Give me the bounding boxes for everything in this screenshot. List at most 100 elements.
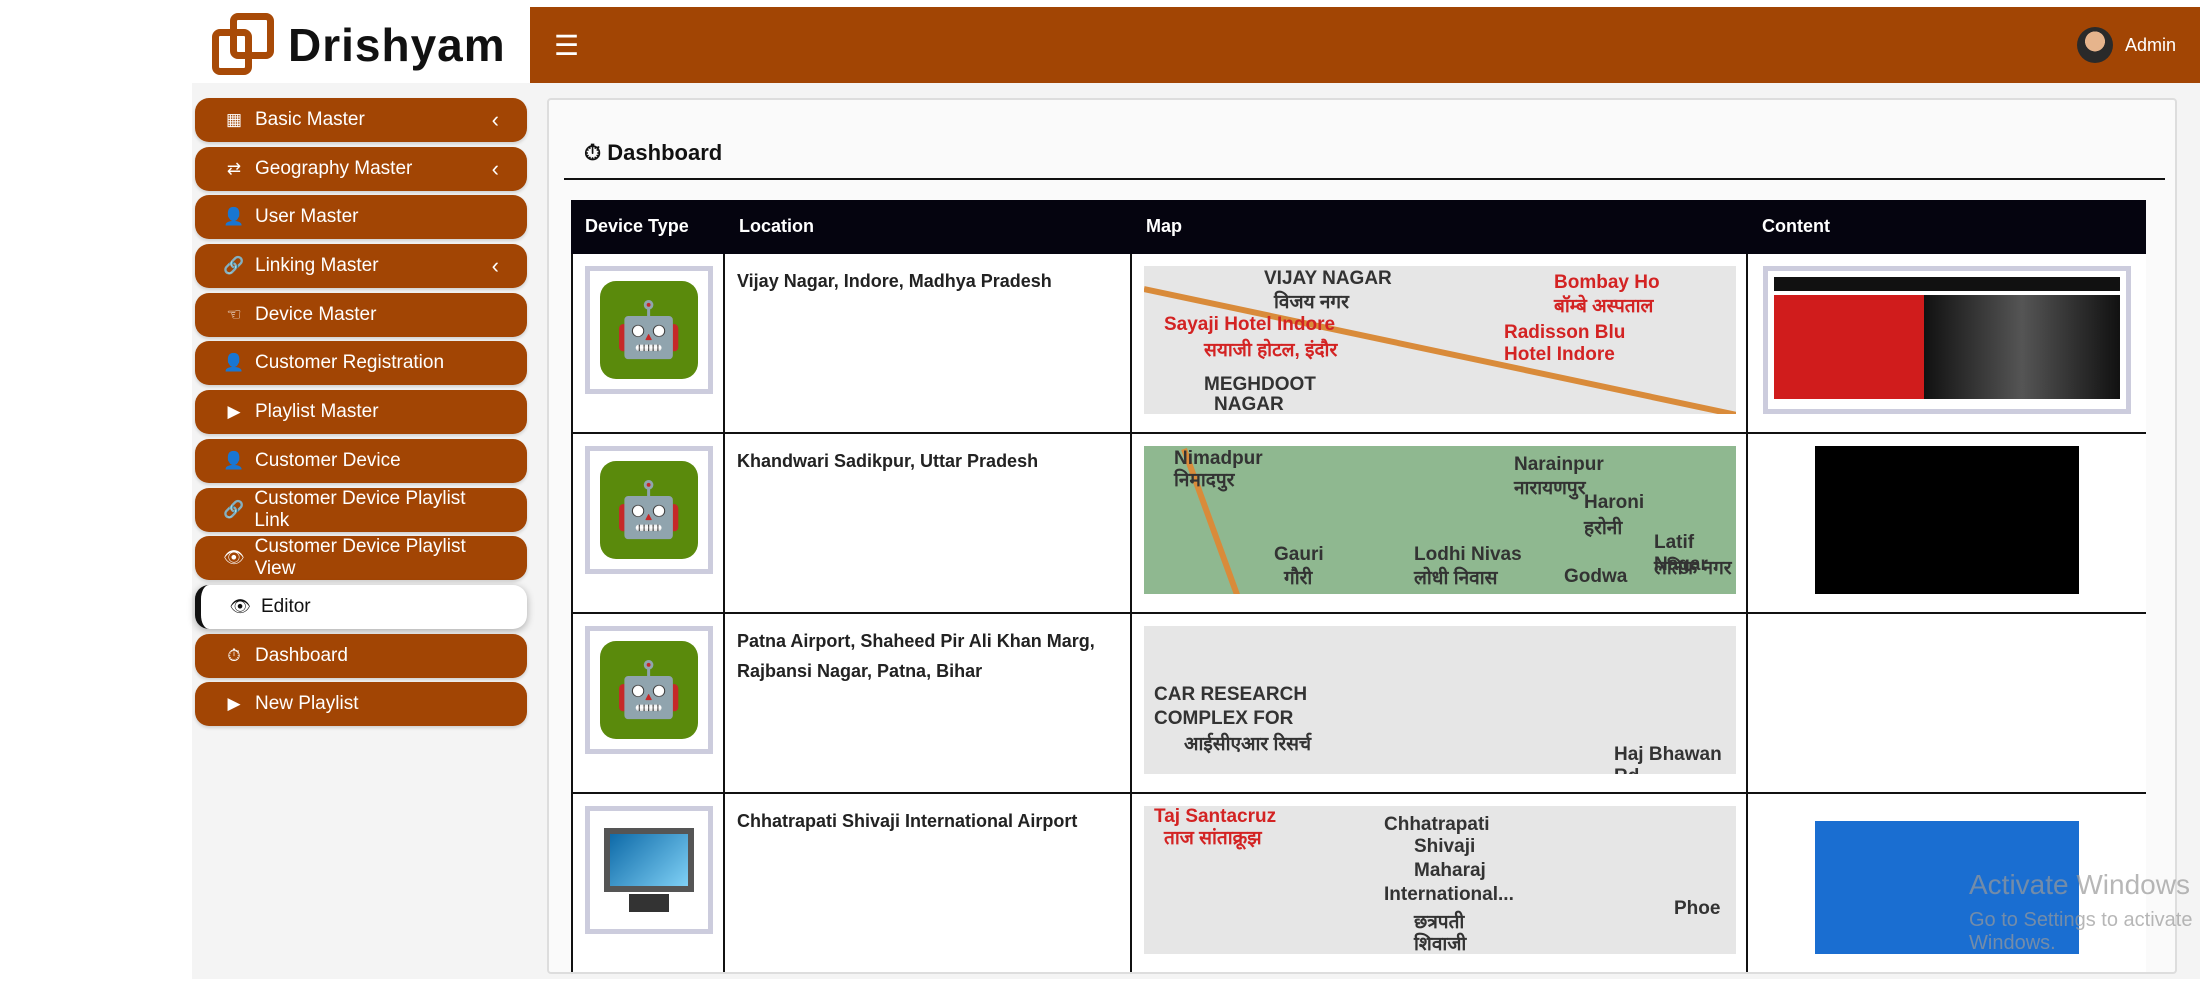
location-cell: Khandwari Sadikpur, Uttar Pradesh	[725, 434, 1132, 612]
chevron-left-icon[interactable]: ‹	[492, 253, 499, 279]
dashboard-panel: ⏱ Dashboard Device Type Location Map Con…	[547, 98, 2177, 974]
location-text: Vijay Nagar, Indore, Madhya Pradesh	[737, 271, 1052, 291]
map-label: Chhatrapati	[1384, 814, 1490, 835]
dashboard-icon: ⏱	[584, 140, 602, 165]
sidebar-item-linking-master[interactable]: 🔗 Linking Master ‹	[195, 244, 527, 289]
table-header: Device Type Location Map Content	[571, 200, 2146, 254]
sidebar-item-basic-master[interactable]: ▦ Basic Master ‹	[195, 98, 527, 142]
map-label: सयाजी होटल, इंदौर	[1204, 340, 1338, 361]
play-icon: ▶	[227, 694, 241, 714]
device-table: Device Type Location Map Content 🤖 Vijay…	[571, 200, 2146, 972]
windows-watermark-title: Activate Windows	[1969, 869, 2190, 900]
map-label: Bombay Ho	[1554, 272, 1660, 293]
shuffle-icon: ⇄	[226, 158, 242, 178]
sidebar-item-label: Customer Device	[255, 449, 401, 471]
map-label: लोधी निवास	[1414, 568, 1498, 589]
table-row: 🤖 Patna Airport, Shaheed Pir Ali Khan Ma…	[571, 614, 2146, 794]
sidebar-item-label: Customer Device Playlist View	[254, 536, 466, 580]
map-thumbnail[interactable]: VIJAY NAGAR विजय नगर Bombay Ho बॉम्बे अस्पत…	[1144, 266, 1736, 414]
avatar	[2076, 27, 2113, 63]
user-menu[interactable]: Admin	[2076, 27, 2176, 63]
link-icon: 🔗	[223, 499, 245, 519]
dashboard-icon: ⏱	[227, 645, 241, 665]
map-label: VIJAY NAGAR	[1264, 268, 1392, 289]
play-icon: ▶	[227, 402, 241, 422]
sidebar-item-label: New Playlist	[255, 693, 359, 715]
map-label: ताज सांताक्रूझ	[1164, 828, 1262, 849]
device-type-cell: 🤖	[571, 614, 725, 792]
map-label: MEGHDOOT	[1204, 374, 1316, 395]
logo-icon	[212, 13, 278, 77]
logo[interactable]: Drishyam	[192, 7, 530, 83]
map-label: लतिफ नगर	[1654, 558, 1732, 579]
map-thumbnail[interactable]: Taj Santacruz ताज सांताक्रूझ Chhatrapati Sh…	[1144, 806, 1736, 954]
map-label: Lodhi Nivas	[1414, 544, 1522, 565]
monitor-icon	[600, 821, 698, 919]
map-label: Maharaj	[1414, 860, 1486, 881]
location-cell: Chhatrapati Shivaji International Airpor…	[725, 794, 1132, 972]
sidebar-item-dashboard[interactable]: ⏱ Dashboard	[195, 633, 527, 678]
map-thumbnail[interactable]: CAR RESEARCH COMPLEX FOR आईसीएआर रिसर्च Haj…	[1144, 626, 1736, 774]
map-label: CAR RESEARCH	[1154, 684, 1308, 705]
location-text: Patna Airport, Shaheed Pir Ali Khan Marg…	[737, 631, 1095, 681]
map-label: Hotel Indore	[1504, 344, 1615, 365]
content-cell	[1748, 434, 2146, 612]
hand-point-icon: ☜	[226, 304, 242, 324]
page-title-text: Dashboard	[607, 140, 723, 165]
android-icon: 🤖	[600, 641, 698, 739]
map-label: Shivaji	[1414, 836, 1476, 857]
sidebar-item-editor[interactable]: 👁 Editor	[195, 584, 527, 629]
column-content: Content	[1762, 216, 1830, 236]
location-cell: Patna Airport, Shaheed Pir Ali Khan Marg…	[725, 614, 1132, 792]
user-name: Admin	[2124, 34, 2176, 55]
map-label: Godwa	[1564, 566, 1628, 587]
map-label: नारायणपुर	[1514, 478, 1586, 499]
sidebar-item-customer-device-playlist-link[interactable]: 🔗 Customer Device Playlist Link	[195, 487, 527, 532]
map-label: गौरी	[1284, 568, 1313, 589]
map-cell: Taj Santacruz ताज सांताक्रूझ Chhatrapati Sh…	[1132, 794, 1748, 972]
location-text: Khandwari Sadikpur, Uttar Pradesh	[737, 451, 1039, 471]
sidebar-item-customer-device-playlist-view[interactable]: 👁 Customer Device Playlist View	[195, 536, 527, 581]
user-icon: 👤	[223, 207, 245, 227]
hamburger-icon[interactable]: ☰	[554, 29, 579, 62]
sidebar-item-device-master[interactable]: ☜ Device Master	[195, 292, 527, 337]
map-label: आईसीएआर रिसर्च	[1184, 734, 1312, 755]
sidebar-item-playlist-master[interactable]: ▶ Playlist Master	[195, 390, 527, 435]
table-row: 🤖 Khandwari Sadikpur, Uttar Pradesh Nima…	[571, 434, 2146, 614]
map-label: COMPLEX FOR	[1154, 708, 1294, 729]
chevron-left-icon[interactable]: ‹	[492, 156, 499, 182]
map-label: बॉम्बे अस्पताल	[1554, 296, 1654, 317]
sidebar-item-label: Dashboard	[255, 644, 348, 666]
sidebar-item-label: User Master	[255, 206, 359, 228]
map-label: हरोनी	[1584, 518, 1623, 539]
android-icon: 🤖	[600, 461, 698, 559]
map-label: विजय नगर	[1274, 292, 1349, 313]
device-type-cell: 🤖	[571, 254, 725, 432]
map-label: Haroni	[1584, 492, 1645, 513]
windows-watermark-subtitle: Go to Settings to activate Windows.	[1969, 909, 2193, 954]
map-thumbnail[interactable]: Nimadpur निमादपुर Narainpur नारायणपुर Haroni…	[1144, 446, 1736, 594]
sidebar-item-geography-master[interactable]: ⇄ Geography Master ‹	[195, 146, 527, 191]
device-type-cell	[571, 794, 725, 972]
content-thumbnail[interactable]	[1763, 266, 2131, 414]
chevron-left-icon[interactable]: ‹	[492, 107, 499, 133]
sidebar-item-customer-device[interactable]: 👤 Customer Device	[195, 438, 527, 483]
map-label: Narainpur	[1514, 454, 1604, 475]
app: Drishyam ☰ Admin ▦ Basic Master ‹ ⇄ Geograph…	[192, 7, 2200, 979]
device-type-cell: 🤖	[571, 434, 725, 612]
sidebar-item-label: Playlist Master	[255, 401, 379, 423]
sidebar-item-new-playlist[interactable]: ▶ New Playlist	[195, 682, 527, 727]
table-row: Chhatrapati Shivaji International Airpor…	[571, 794, 2146, 972]
android-icon: 🤖	[600, 281, 698, 379]
sidebar-item-user-master[interactable]: 👤 User Master	[195, 195, 527, 240]
map-label: शिवाजी	[1414, 934, 1467, 954]
sidebar: ▦ Basic Master ‹ ⇄ Geography Master ‹ 👤 User Ma…	[195, 98, 527, 731]
table-row: 🤖 Vijay Nagar, Indore, Madhya Pradesh VI…	[571, 254, 2146, 434]
user-icon: 👤	[223, 353, 245, 373]
map-label: NAGAR	[1214, 394, 1284, 414]
sidebar-item-label: Linking Master	[255, 255, 379, 277]
map-label: Gauri	[1274, 544, 1324, 565]
device-image: 🤖	[585, 626, 713, 754]
sidebar-item-customer-registration[interactable]: 👤 Customer Registration	[195, 341, 527, 386]
content-thumbnail[interactable]	[1815, 446, 2079, 594]
